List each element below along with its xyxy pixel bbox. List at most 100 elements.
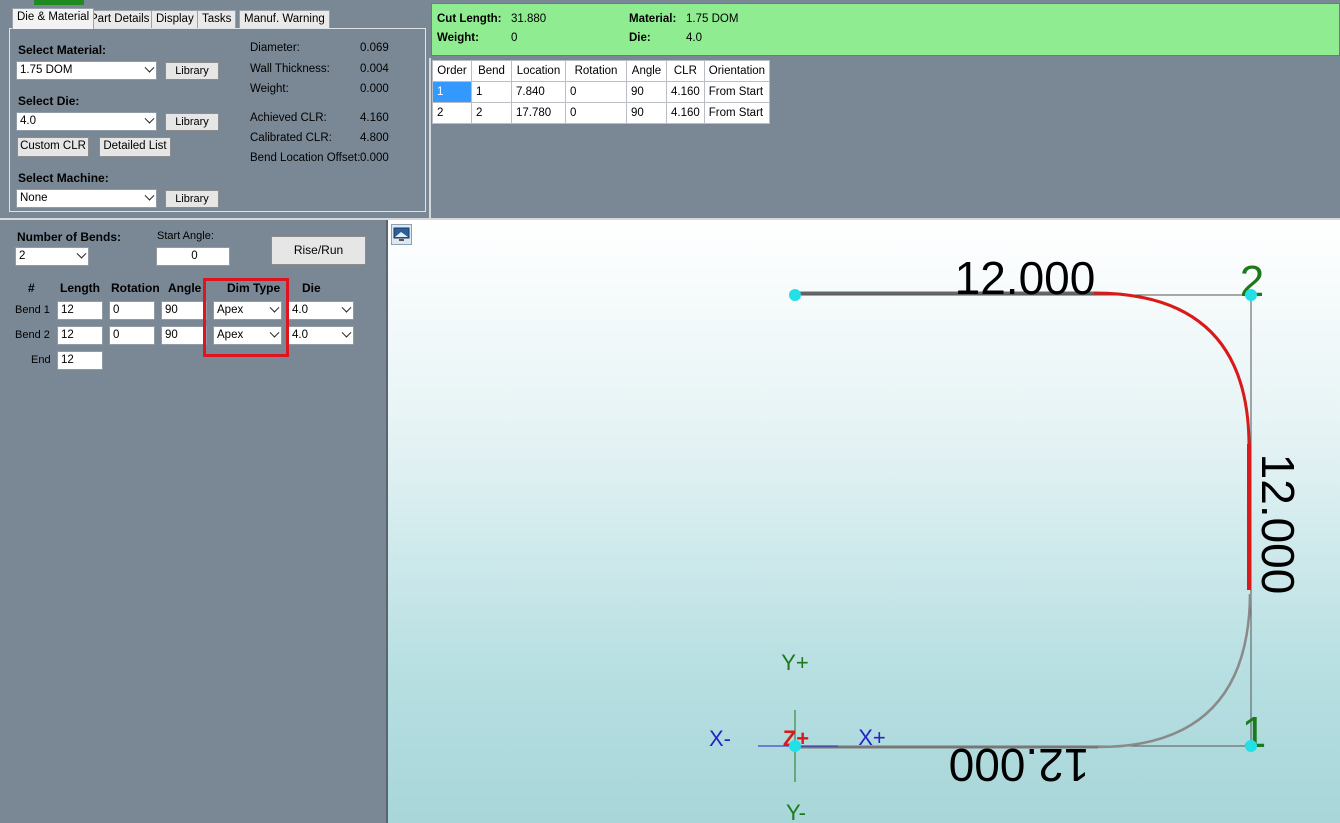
table-cell[interactable]: 17.780 <box>511 102 566 124</box>
bend-2-angle-input[interactable]: 90 <box>161 326 207 345</box>
bend-2-die-select[interactable]: 4.0 <box>288 326 354 345</box>
material-summary-value: 1.75 DOM <box>686 13 739 25</box>
table-cell[interactable]: 90 <box>626 81 667 103</box>
die-library-button[interactable]: Library <box>165 113 219 131</box>
column-header-location[interactable]: Location <box>511 60 566 82</box>
bend-results-area: Order Bend Location Rotation Angle CLR O… <box>429 58 1340 218</box>
column-header-order[interactable]: Order <box>432 60 472 82</box>
select-die-label: Select Die: <box>18 94 80 108</box>
bend-1-label: Bend 1 <box>15 304 50 316</box>
table-cell[interactable]: 1 <box>432 81 472 103</box>
select-material-label: Select Material: <box>18 43 107 57</box>
node-apex-2[interactable] <box>1245 289 1257 301</box>
table-cell[interactable]: 2 <box>432 102 472 124</box>
machine-select[interactable]: None <box>16 189 157 208</box>
table-cell[interactable]: 2 <box>471 102 512 124</box>
bend-1-angle-input[interactable]: 90 <box>161 301 207 320</box>
bend-1-die-select[interactable]: 4.0 <box>288 301 354 320</box>
chevron-down-icon <box>144 190 155 201</box>
die-select-value: 4.0 <box>20 115 36 127</box>
table-cell[interactable]: 0 <box>565 102 627 124</box>
start-angle-input[interactable]: 0 <box>156 247 230 266</box>
table-cell[interactable]: From Start <box>703 102 771 124</box>
node-start[interactable] <box>789 289 801 301</box>
end-label: End <box>31 354 51 366</box>
material-summary-label: Material: <box>629 13 677 25</box>
start-angle-label: Start Angle: <box>157 230 214 242</box>
bend-2-length-input[interactable]: 12 <box>57 326 103 345</box>
axis-y-minus-label: Y- <box>786 800 806 823</box>
table-cell[interactable]: 7.840 <box>511 81 566 103</box>
rise-run-button[interactable]: Rise/Run <box>271 236 366 265</box>
die-select[interactable]: 4.0 <box>16 112 157 131</box>
summary-panel: Cut Length: 31.880 Weight: 0 Material: 1… <box>431 3 1340 56</box>
node-end[interactable] <box>789 740 801 752</box>
axis-y-plus-label: Y+ <box>781 650 809 675</box>
column-header-number: # <box>28 281 35 295</box>
detailed-list-button[interactable]: Detailed List <box>99 137 171 157</box>
tab-manuf-warning[interactable]: Manuf. Warning <box>239 10 330 28</box>
machine-library-button[interactable]: Library <box>165 190 219 208</box>
bend-1-length-input[interactable]: 12 <box>57 301 103 320</box>
table-header-row: Order Bend Location Rotation Angle CLR O… <box>432 60 771 82</box>
active-tab-indicator <box>34 0 84 5</box>
bend-2-rotation-input[interactable]: 0 <box>109 326 155 345</box>
wall-thickness-value: 0.004 <box>360 63 389 75</box>
axis-x-plus-label: X+ <box>858 725 886 750</box>
tab-part-details[interactable]: Part Details <box>85 10 155 28</box>
column-header-angle: Angle <box>168 281 202 295</box>
material-library-button[interactable]: Library <box>165 62 219 80</box>
number-of-bends-select[interactable]: 2 <box>15 247 89 266</box>
die-summary-label: Die: <box>629 32 651 44</box>
weight-summary-value: 0 <box>511 32 518 44</box>
column-header-rotation[interactable]: Rotation <box>565 60 627 82</box>
bend-1-rotation-input[interactable]: 0 <box>109 301 155 320</box>
dim-label-right: 12.000 <box>1252 454 1304 595</box>
custom-clr-button[interactable]: Custom CLR <box>17 137 89 157</box>
table-cell[interactable]: 1 <box>471 81 512 103</box>
column-header-bend[interactable]: Bend <box>471 60 512 82</box>
end-length-input[interactable]: 12 <box>57 351 103 370</box>
tab-die-material[interactable]: Die & Material <box>12 8 95 29</box>
weight-summary-label: Weight: <box>437 32 479 44</box>
cut-length-label: Cut Length: <box>437 13 502 25</box>
tab-tasks[interactable]: Tasks <box>197 10 237 28</box>
tab-display[interactable]: Display <box>151 10 199 28</box>
chevron-down-icon <box>341 302 352 313</box>
table-row[interactable]: 2 2 17.780 0 90 4.160 From Start <box>432 102 771 124</box>
machine-select-value: None <box>20 192 48 204</box>
table-cell[interactable]: 0 <box>565 81 627 103</box>
chevron-down-icon <box>144 113 155 124</box>
node-apex-1[interactable] <box>1245 740 1257 752</box>
column-header-angle[interactable]: Angle <box>626 60 667 82</box>
axis-x-minus-label: X- <box>709 726 731 751</box>
diameter-value: 0.069 <box>360 42 389 54</box>
table-cell[interactable]: 90 <box>626 102 667 124</box>
select-machine-label: Select Machine: <box>18 171 109 185</box>
table-cell[interactable]: 4.160 <box>666 81 705 103</box>
material-select-value: 1.75 DOM <box>20 64 73 76</box>
calibrated-clr-label: Calibrated CLR: <box>250 132 332 144</box>
wall-thickness-label: Wall Thickness: <box>250 63 330 75</box>
dim-label-top: 12.000 <box>955 252 1096 304</box>
material-select[interactable]: 1.75 DOM <box>16 61 157 80</box>
table-cell[interactable]: From Start <box>703 81 771 103</box>
bend-1-arc <box>1097 593 1252 749</box>
tube-drawing: 12.000 12.000 12.000 2 1 Y+ Y- X- X+ Z+ <box>709 252 1304 823</box>
column-header-die: Die <box>302 281 321 295</box>
bend-results-table: Order Bend Location Rotation Angle CLR O… <box>432 60 771 124</box>
cut-length-value: 31.880 <box>511 13 547 25</box>
bend-viewport[interactable]: 12.000 12.000 12.000 2 1 Y+ Y- X- X+ Z+ <box>388 220 1340 823</box>
column-header-clr[interactable]: CLR <box>666 60 705 82</box>
achieved-clr-value: 4.160 <box>360 112 389 124</box>
die-material-panel: Select Material: 1.75 DOM Library Select… <box>9 28 426 212</box>
bend-2-label: Bend 2 <box>15 329 50 341</box>
number-of-bends-label: Number of Bends: <box>17 230 122 244</box>
table-row[interactable]: 1 1 7.840 0 90 4.160 From Start <box>432 81 771 103</box>
achieved-clr-label: Achieved CLR: <box>250 112 327 124</box>
table-cell[interactable]: 4.160 <box>666 102 705 124</box>
bend-1-die-value: 4.0 <box>292 304 308 316</box>
column-header-orientation[interactable]: Orientation <box>703 60 771 82</box>
chevron-down-icon <box>341 327 352 338</box>
calibrated-clr-value: 4.800 <box>360 132 389 144</box>
